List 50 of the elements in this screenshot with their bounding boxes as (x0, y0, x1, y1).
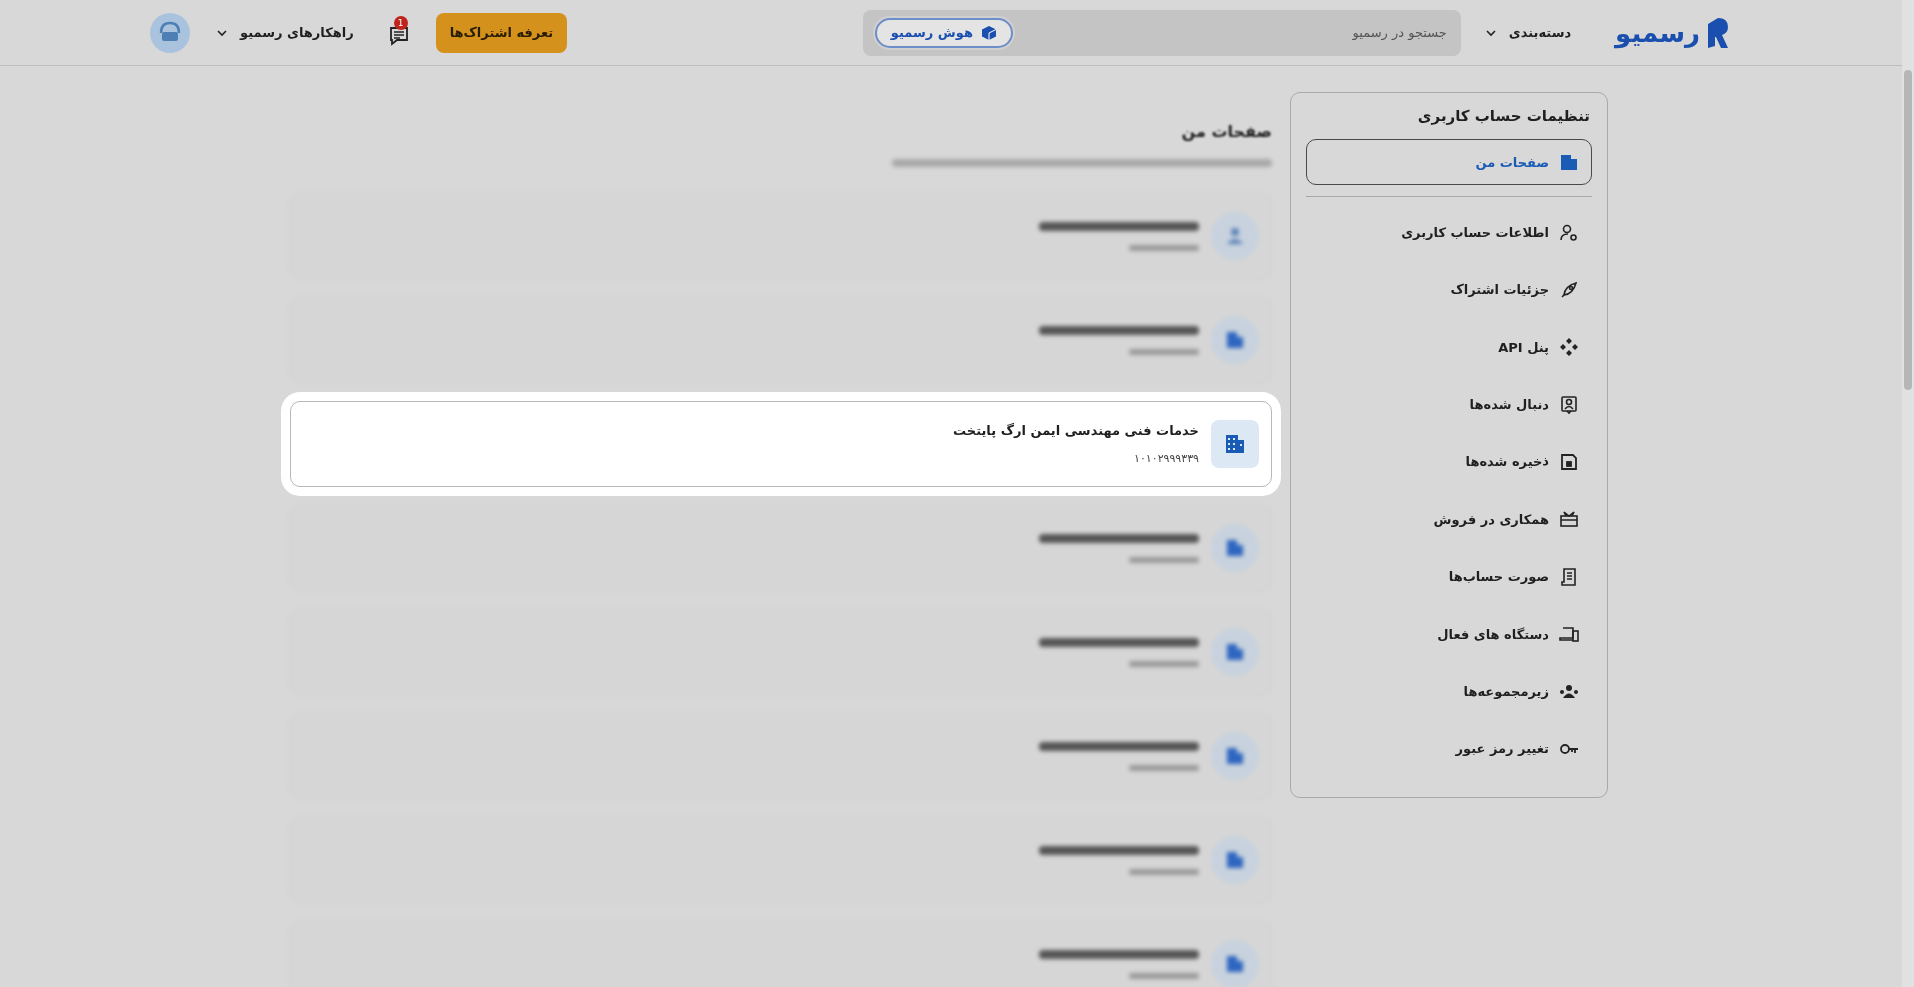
company-name: خدمات فنی مهندسی ایمن ارگ پایتخت (953, 423, 1199, 438)
blurred-subtitle (1129, 764, 1199, 771)
building-icon (1211, 628, 1259, 676)
ai-button[interactable]: هوش رسمیو (874, 17, 1013, 48)
sidebar-item[interactable]: جزئیات اشتراک (1306, 266, 1592, 314)
chat-icon (387, 25, 410, 47)
receipt-icon (1559, 566, 1579, 587)
building-icon (1211, 420, 1259, 468)
gift-box-icon (1559, 509, 1579, 530)
notification-badge: 1 (393, 16, 408, 30)
avatar-icon[interactable] (150, 12, 190, 53)
messages-button[interactable]: 1 (379, 16, 414, 49)
blurred-subtitle (1129, 660, 1199, 667)
building-icon (1211, 940, 1259, 987)
building-icon (1211, 836, 1259, 884)
sidebar-item[interactable]: صورت حساب‌ها (1306, 553, 1592, 600)
blurred-subtitle (1129, 348, 1199, 355)
sidebar-item[interactable]: اطلاعات حساب کاربری (1306, 209, 1592, 256)
sidebar-item[interactable]: تغییر رمز عبور (1306, 725, 1592, 772)
sidebar-item[interactable]: پنل API (1306, 324, 1592, 371)
building-icon (1559, 152, 1579, 173)
id-badge-icon (1559, 394, 1579, 415)
scrollbar[interactable] (1902, 0, 1914, 987)
sidebar-item[interactable]: دنبال شده‌ها (1306, 381, 1592, 428)
logo-text[interactable]: رسمیو (1615, 17, 1700, 48)
diamond-nodes-icon (1559, 337, 1579, 358)
sidebar-item[interactable]: زیرمجموعه‌ها (1306, 668, 1592, 715)
blurred-subtitle (1129, 556, 1199, 563)
cube-icon (980, 24, 997, 41)
sidebar-item[interactable]: ذخیره شده‌ها (1306, 438, 1592, 486)
blurred-subtitle (1129, 868, 1199, 875)
category-menu[interactable]: دسته‌بندی (1480, 21, 1576, 44)
company-id: ۱۰۱۰۲۹۹۹۳۳۹ (1133, 452, 1199, 465)
pricing-button[interactable]: تعرفه اشتراک‌ها (435, 12, 568, 53)
solutions-menu[interactable]: راهکارهای رسمیو (212, 21, 358, 44)
sidebar-item[interactable]: دستگاه های فعال (1306, 610, 1592, 658)
page-heading: صفحات من (1181, 122, 1272, 141)
building-icon (1211, 524, 1259, 572)
logo-icon[interactable] (1706, 15, 1730, 50)
person-icon (1211, 212, 1259, 260)
blurred-subtitle (1129, 244, 1199, 251)
building-icon (1211, 732, 1259, 780)
blurred-subtitle (1129, 972, 1199, 979)
building-icon (1211, 316, 1259, 364)
sidebar-item[interactable]: صفحات من (1306, 139, 1592, 186)
panel-title: تنظیمات حساب کاربری (1416, 107, 1590, 125)
sidebar-item[interactable]: همکاری در فروش (1306, 496, 1592, 543)
user-gear-icon (1559, 222, 1579, 243)
search-field[interactable]: جستجو در رسمیو هوش رسمیو (862, 9, 1461, 56)
devices-icon (1559, 624, 1579, 645)
